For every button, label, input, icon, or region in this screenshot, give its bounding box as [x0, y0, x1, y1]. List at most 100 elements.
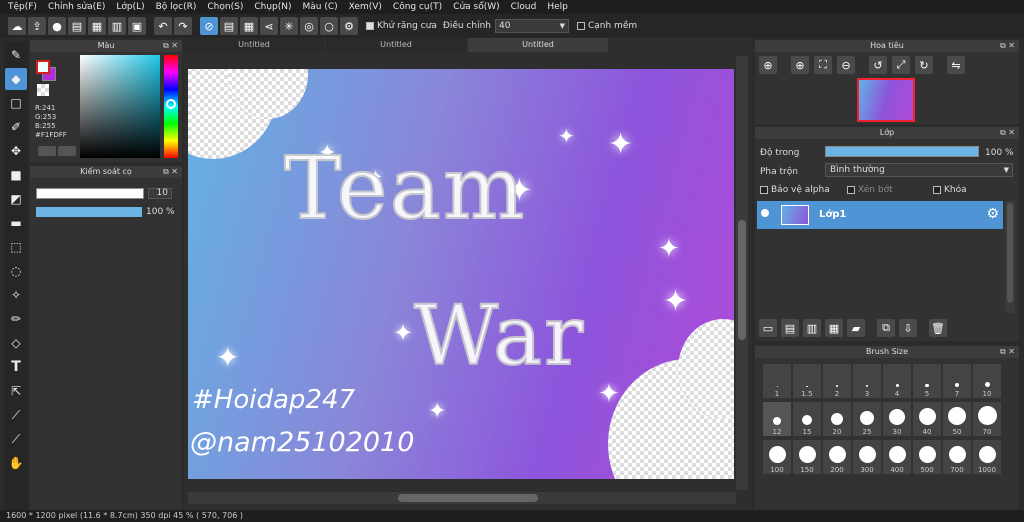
size-value[interactable]: 10: [148, 188, 172, 199]
menu-help[interactable]: Help: [547, 2, 568, 12]
document-icon[interactable]: ▦: [88, 17, 106, 35]
menu-edit[interactable]: Chỉnh sửa(E): [48, 2, 105, 12]
menu-color[interactable]: Màu (C): [303, 2, 338, 12]
foreground-swatch[interactable]: [36, 60, 50, 74]
brush-size-option[interactable]: 7: [943, 364, 971, 398]
menu-filter[interactable]: Bộ lọc(R): [156, 2, 197, 12]
tab-untitled-2[interactable]: Untitled: [326, 38, 466, 52]
brush-size-option[interactable]: 25: [853, 402, 881, 436]
folder-icon[interactable]: ▰: [847, 319, 865, 337]
brush-size-option[interactable]: 50: [943, 402, 971, 436]
protect-alpha-checkbox[interactable]: [760, 186, 768, 194]
merge-icon[interactable]: ⇩: [899, 319, 917, 337]
perspective-icon[interactable]: ⋖: [260, 17, 278, 35]
artwork-canvas[interactable]: ✦ ✦ ✦ ✦ ✦ ✦ ✦ ✦ ✦ ✦ ✦ Team War #Hoidap24…: [188, 69, 734, 479]
no-stabilizer-icon[interactable]: ⊘: [200, 17, 218, 35]
chat-icon[interactable]: ●: [48, 17, 66, 35]
close-icon[interactable]: ⧉ ✕: [163, 40, 178, 52]
brush-size-option[interactable]: 400: [883, 440, 911, 474]
move-icon[interactable]: ✥: [5, 140, 27, 162]
tab-untitled-1[interactable]: Untitled: [184, 38, 324, 52]
layer-row[interactable]: Lớp1 ⚙: [757, 201, 1003, 229]
horizontal-scrollbar[interactable]: [188, 492, 736, 504]
menu-capture[interactable]: Chụp(N): [254, 2, 291, 12]
brush-size-option[interactable]: 150: [793, 440, 821, 474]
lasso-icon[interactable]: ◌: [5, 260, 27, 282]
export-icon[interactable]: ⇪: [28, 17, 46, 35]
reset-rotate-icon[interactable]: ⤢: [892, 56, 910, 74]
lock-checkbox[interactable]: [933, 186, 941, 194]
mixer-button[interactable]: [58, 146, 76, 156]
brush-size-option[interactable]: 100: [763, 440, 791, 474]
soft-edge-checkbox[interactable]: [576, 22, 585, 30]
brush-size-option[interactable]: 1000: [973, 440, 1001, 474]
opacity-slider[interactable]: [36, 207, 142, 217]
trash-icon[interactable]: 🗑: [929, 319, 947, 337]
brush-size-option[interactable]: 3: [853, 364, 881, 398]
new-8bit-icon[interactable]: ▦: [825, 319, 843, 337]
new-layer-icon[interactable]: ▭: [759, 319, 777, 337]
menu-view[interactable]: Xem(V): [349, 2, 382, 12]
menu-cloud[interactable]: Cloud: [511, 2, 537, 12]
radial-icon[interactable]: ✳: [280, 17, 298, 35]
close-icon[interactable]: ⧉ ✕: [163, 166, 178, 178]
brush-size-option[interactable]: 12: [763, 402, 791, 436]
select-pen-icon[interactable]: ✏: [5, 308, 27, 330]
new-1bit-icon[interactable]: ▥: [803, 319, 821, 337]
fill-rect-icon[interactable]: ■: [5, 164, 27, 186]
close-icon[interactable]: ⧉ ✕: [1000, 127, 1015, 139]
brush-size-option[interactable]: 20: [823, 402, 851, 436]
clipping-checkbox[interactable]: [847, 186, 855, 194]
rotate-right-icon[interactable]: ↻: [915, 56, 933, 74]
brush-size-option[interactable]: 70: [973, 402, 1001, 436]
palette-button[interactable]: [38, 146, 56, 156]
tab-untitled-3[interactable]: Untitled: [468, 38, 608, 52]
close-icon[interactable]: ⧉ ✕: [1000, 40, 1015, 52]
adjust-select[interactable]: 40 ▼: [494, 19, 569, 33]
brush-size-option[interactable]: 15: [793, 402, 821, 436]
rotate-left-icon[interactable]: ↺: [869, 56, 887, 74]
eyedropper-icon[interactable]: ⟋: [5, 404, 27, 426]
menu-select[interactable]: Chọn(S): [207, 2, 243, 12]
concentric-icon[interactable]: ◎: [300, 17, 318, 35]
size-slider[interactable]: [36, 188, 144, 199]
blend-select[interactable]: Bình thường ▼: [825, 163, 1013, 177]
brush-size-option[interactable]: 1: [763, 364, 791, 398]
close-icon[interactable]: ⧉ ✕: [1000, 346, 1015, 358]
bucket-icon[interactable]: ◩: [5, 188, 27, 210]
marquee-icon[interactable]: ⬚: [5, 236, 27, 258]
vertical-scroll-thumb[interactable]: [738, 220, 746, 340]
transparent-swatch[interactable]: [37, 84, 49, 96]
brush-size-option[interactable]: 2: [823, 364, 851, 398]
cloud-icon[interactable]: ☁: [8, 17, 26, 35]
operation-icon[interactable]: ⇱: [5, 380, 27, 402]
hue-handle[interactable]: [166, 99, 176, 109]
duplicate-icon[interactable]: ⧉: [877, 319, 895, 337]
horizontal-scroll-thumb[interactable]: [398, 494, 538, 502]
comment-icon[interactable]: ▤: [68, 17, 86, 35]
zoom-in-icon[interactable]: ⊕: [791, 56, 809, 74]
undo-icon[interactable]: ↶: [154, 17, 172, 35]
brush-size-option[interactable]: 500: [913, 440, 941, 474]
brush-size-option[interactable]: 30: [883, 402, 911, 436]
brush-size-option[interactable]: 700: [943, 440, 971, 474]
pen-icon[interactable]: ✐: [5, 116, 27, 138]
circle-icon[interactable]: ○: [320, 17, 338, 35]
layer-opacity-slider[interactable]: [825, 146, 979, 157]
menu-window[interactable]: Cửa sổ(W): [453, 2, 499, 12]
menu-tools[interactable]: Công cụ(T): [393, 2, 442, 12]
brush-size-option[interactable]: 200: [823, 440, 851, 474]
dropper2-icon[interactable]: ⟋: [5, 428, 27, 450]
visibility-icon[interactable]: [761, 209, 769, 217]
fit-screen-icon[interactable]: ⛶: [814, 56, 832, 74]
new-halftone-icon[interactable]: ▤: [781, 319, 799, 337]
menu-layer[interactable]: Lớp(L): [116, 2, 144, 12]
antialias-checkbox[interactable]: [366, 22, 374, 30]
eraser-icon[interactable]: ◆: [5, 68, 27, 90]
sv-picker[interactable]: [80, 55, 160, 158]
zoom-out-icon[interactable]: ⊖: [837, 56, 855, 74]
brush-size-option[interactable]: 1.5: [793, 364, 821, 398]
zoom-fit-icon[interactable]: ⊕: [759, 56, 777, 74]
gradient-icon[interactable]: ▬: [5, 212, 27, 234]
vertical-scrollbar[interactable]: [736, 56, 748, 490]
